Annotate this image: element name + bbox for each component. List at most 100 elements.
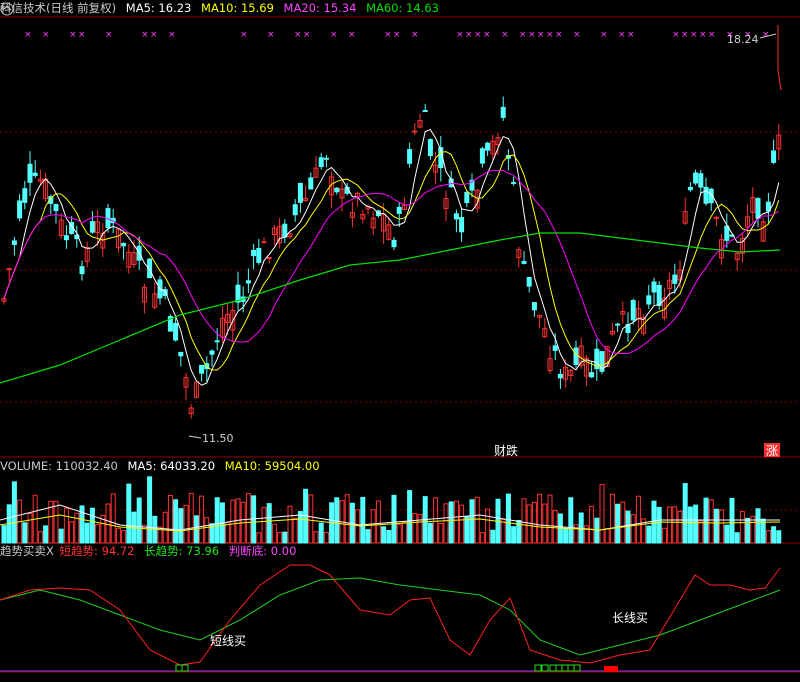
volume-bar xyxy=(589,505,595,544)
candle-body xyxy=(771,150,777,163)
candle-body xyxy=(53,204,59,212)
candle-body xyxy=(266,257,272,260)
long-trend-line xyxy=(0,577,781,656)
volume-bar xyxy=(58,528,64,544)
volume-bar xyxy=(511,526,517,544)
stock-chart[interactable]: × × × × × × × × × × × × × × × × × × × × × × × × × × × × × × × × × × × × × × × … xyxy=(0,0,800,682)
volume-bar xyxy=(656,506,662,544)
volume-bar xyxy=(755,508,761,544)
volume-bar xyxy=(313,531,319,544)
buy-signal-box xyxy=(549,664,557,672)
candle-body xyxy=(703,186,709,204)
ma-line xyxy=(3,169,780,355)
candle-body xyxy=(391,239,397,248)
candle-body xyxy=(552,345,558,351)
candle-body xyxy=(323,157,329,160)
candle-body xyxy=(573,347,579,365)
candle-body xyxy=(687,186,693,191)
volume-bar xyxy=(526,504,532,544)
volume-bar xyxy=(126,483,132,544)
volume-bar xyxy=(266,503,272,544)
candle-body xyxy=(245,280,251,284)
volume-bar xyxy=(469,499,475,544)
signal-cross: × xyxy=(708,30,716,40)
volume-bar xyxy=(604,528,610,544)
volume-bar xyxy=(89,507,95,544)
volume-bar xyxy=(261,507,267,544)
candle-body xyxy=(615,323,621,326)
volume-bar xyxy=(433,497,439,544)
volume-bar xyxy=(381,526,387,544)
candle-body xyxy=(485,142,491,151)
volume-bar xyxy=(459,504,465,544)
candle-body xyxy=(672,274,678,284)
volume-bar xyxy=(277,532,283,544)
candle-body xyxy=(79,266,85,275)
volume-bar xyxy=(630,514,636,544)
signal-cross: × xyxy=(474,30,482,40)
volume-bar xyxy=(729,497,735,544)
signal-cross: × xyxy=(501,30,509,40)
volume-bar xyxy=(11,481,17,544)
candle-body xyxy=(32,172,38,176)
volume-bar xyxy=(713,508,719,544)
buy-signal-box xyxy=(181,664,189,672)
volume-bar xyxy=(370,509,376,544)
signal-cross: × xyxy=(618,30,626,40)
volume-bar xyxy=(479,532,485,544)
volume-bar xyxy=(147,476,153,544)
volume-bar xyxy=(677,510,683,544)
volume-bar xyxy=(563,528,569,544)
signal-cross: × xyxy=(294,30,302,40)
low-price-pointer xyxy=(188,435,202,439)
volume-bar xyxy=(417,514,423,544)
high-price-label: 18.24 xyxy=(727,33,759,46)
signal-cross: × xyxy=(627,30,635,40)
signal-cross: × xyxy=(150,30,158,40)
volume-bar xyxy=(396,524,402,544)
signal-cross: × xyxy=(42,30,50,40)
short-trend-line xyxy=(0,564,781,666)
volume-bar xyxy=(308,494,314,544)
drop-badge[interactable]: 跌 xyxy=(506,443,518,458)
buy-signal-box xyxy=(567,664,575,672)
volume-bar xyxy=(490,529,496,544)
volume-bar xyxy=(719,509,725,544)
chart-grid xyxy=(0,16,800,673)
candle-body xyxy=(698,173,704,188)
buy-signal-box xyxy=(561,664,569,672)
candle-body xyxy=(27,163,33,183)
candle-body xyxy=(396,206,402,214)
volume-bar xyxy=(287,505,293,544)
candle-body xyxy=(22,188,28,203)
volume-bar xyxy=(391,494,397,544)
volume-bar xyxy=(672,506,678,544)
volume-bar xyxy=(427,522,433,544)
signal-cross: × xyxy=(465,30,473,40)
candle-body xyxy=(724,225,730,241)
signal-cross: × xyxy=(393,30,401,40)
signal-cross: × xyxy=(240,30,248,40)
low-price-label: 11.50 xyxy=(202,432,234,445)
volume-bar xyxy=(765,530,771,544)
signal-cross: × xyxy=(699,30,707,40)
volume-bar xyxy=(162,511,168,544)
volume-bar xyxy=(739,511,745,544)
rise-badge[interactable]: 涨 xyxy=(766,443,778,458)
finance-badge[interactable]: 财 xyxy=(494,444,506,458)
candle-body xyxy=(511,181,517,184)
signal-cross: × xyxy=(411,30,419,40)
volume-bar xyxy=(121,530,127,544)
volume-bar xyxy=(360,496,366,544)
moving-average-lines: × × × × × × × × × × × × × × × × × × × × × × × × × × × × × × × × × × × × × × × xyxy=(0,30,781,386)
volume-bar xyxy=(136,497,142,544)
volume-bar xyxy=(407,490,413,544)
signal-cross: × xyxy=(24,30,32,40)
volume-bar xyxy=(292,517,298,544)
volume-bar xyxy=(771,526,777,544)
candle-body xyxy=(251,249,257,257)
candle-body xyxy=(11,240,17,245)
candle-body xyxy=(464,191,470,204)
signal-cross: × xyxy=(348,30,356,40)
short-buy-label: 短线买 xyxy=(210,634,246,648)
